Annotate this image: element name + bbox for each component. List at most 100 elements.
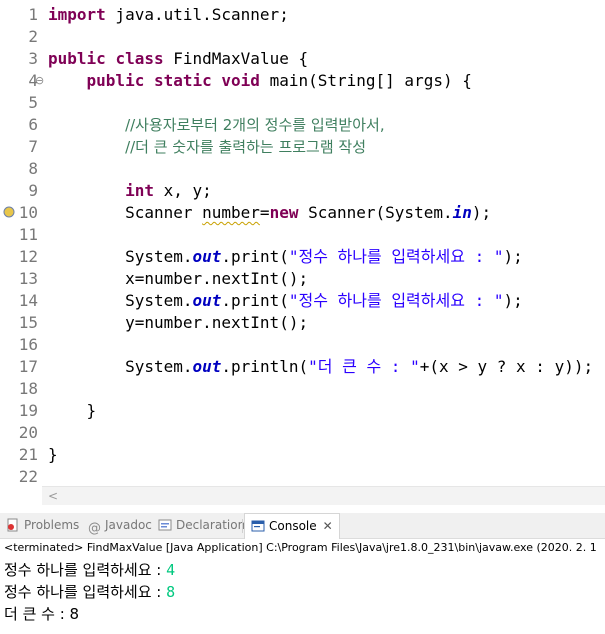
problems-icon	[7, 518, 18, 532]
code-line[interactable]: 1 import java.util.Scanner;	[0, 4, 605, 26]
horizontal-scrollbar[interactable]: <	[42, 486, 605, 505]
console-line: 정수 하나를 입력하세요 : 4	[4, 559, 175, 581]
code-text: //더 큰 숫자를 출력하는 프로그램 작성	[48, 136, 366, 158]
warning-identifier: number	[202, 203, 260, 222]
code-line[interactable]: 17 System.out.println("더 큰 수 : "+(x > y …	[0, 356, 605, 378]
code-text: public static void main(String[] args) {	[48, 70, 472, 92]
code-token: java.util.Scanner;	[105, 5, 289, 24]
code-text: y=number.nextInt();	[48, 312, 308, 334]
string-literal: "더 큰 수 : "	[308, 357, 420, 376]
code-text: //사용자로부터 2개의 정수를 입력받아서,	[48, 114, 385, 136]
scroll-left-arrow-icon[interactable]: <	[48, 489, 58, 503]
code-line[interactable]: 2	[0, 26, 605, 48]
tab-label: Console	[269, 519, 317, 533]
code-line[interactable]: 7 //더 큰 숫자를 출력하는 프로그램 작성	[0, 136, 605, 158]
code-token: +(x > y ? x : y));	[419, 357, 594, 376]
code-line[interactable]: 9 int x, y;	[0, 180, 605, 202]
warning-marker-icon[interactable]	[3, 206, 15, 218]
keyword: class	[115, 49, 164, 68]
keyword: public	[48, 49, 106, 68]
code-token: Scanner(System.	[298, 203, 453, 222]
line-number: 1	[28, 5, 38, 24]
tab-label: Declaration	[176, 518, 246, 532]
line-number: 16	[18, 335, 38, 354]
code-line[interactable]: 18	[0, 378, 605, 400]
code-token: .print(	[221, 247, 289, 266]
code-token: );	[503, 247, 523, 266]
code-text: public class FindMaxValue {	[48, 48, 308, 70]
code-line[interactable]: 15 y=number.nextInt();	[0, 312, 605, 334]
code-line[interactable]: 11	[0, 224, 605, 246]
code-line[interactable]: 16	[0, 334, 605, 356]
line-number: 18	[18, 379, 38, 398]
line-number: 13	[18, 269, 38, 288]
line-number: 3	[28, 49, 38, 68]
line-number: 17	[18, 357, 38, 376]
code-token: FindMaxValue {	[163, 49, 309, 68]
static-field: out	[192, 247, 222, 266]
line-number: 4	[28, 71, 38, 90]
console-output[interactable]: 정수 하나를 입력하세요 : 4 정수 하나를 입력하세요 : 8더 큰 수 : …	[0, 557, 605, 634]
line-number: 15	[18, 313, 38, 332]
line-number: 6	[28, 115, 38, 134]
console-prompt-text: 정수 하나를 입력하세요 :	[4, 583, 167, 601]
code-line[interactable]: 3 public class FindMaxValue {	[0, 48, 605, 70]
code-text: Scanner number=new Scanner(System.in);	[48, 202, 491, 224]
code-line[interactable]: 20	[0, 422, 605, 444]
code-line[interactable]: 22	[0, 466, 605, 485]
comment: //사용자로부터 2개의 정수를 입력받아서,	[125, 116, 385, 134]
line-number: 7	[28, 137, 38, 156]
code-line[interactable]: 4 ⊖ public static void main(String[] args…	[0, 70, 605, 92]
string-literal: "정수 하나를 입력하세요 : "	[288, 247, 504, 266]
close-icon[interactable]: ✕	[323, 519, 333, 533]
line-number: 5	[28, 93, 38, 112]
console-line: 정수 하나를 입력하세요 : 8	[4, 581, 175, 603]
tab-declaration[interactable]: Declaration	[158, 513, 245, 538]
console-icon	[251, 520, 265, 532]
code-token: }	[48, 445, 58, 464]
view-tab-bar: Problems @ Javadoc Declaration Console ✕	[0, 513, 605, 539]
code-token: main(String[] args) {	[259, 71, 472, 90]
code-text: x=number.nextInt();	[48, 268, 308, 290]
line-number: 19	[18, 401, 38, 420]
tab-javadoc[interactable]: @ Javadoc	[88, 513, 152, 538]
code-line[interactable]: 13 x=number.nextInt();	[0, 268, 605, 290]
keyword: new	[269, 203, 299, 222]
console-user-input: 8	[166, 583, 176, 601]
code-line[interactable]: 19 }	[0, 400, 605, 422]
line-number: 14	[18, 291, 38, 310]
tab-problems[interactable]: Problems	[6, 513, 79, 538]
code-line[interactable]: 14 System.out.print("정수 하나를 입력하세요 : ");	[0, 290, 605, 312]
code-line[interactable]: 12 System.out.print("정수 하나를 입력하세요 : ");	[0, 246, 605, 268]
static-field: in	[452, 203, 472, 222]
code-line[interactable]: 8	[0, 158, 605, 180]
tab-console[interactable]: Console ✕	[244, 513, 340, 539]
code-text: System.out.print("정수 하나를 입력하세요 : ");	[48, 246, 523, 268]
keyword: int	[125, 181, 154, 200]
code-token: y=number.nextInt();	[48, 313, 309, 332]
code-token: System.	[48, 247, 193, 266]
fold-toggle-icon[interactable]: ⊖	[35, 70, 44, 92]
code-line[interactable]: 21}	[0, 444, 605, 466]
console-line: 더 큰 수 : 8	[4, 603, 79, 625]
code-editor[interactable]: 1 import java.util.Scanner; 2 3 public class…	[0, 0, 605, 485]
keyword: import	[48, 5, 106, 24]
line-number: 9	[28, 181, 38, 200]
string-literal: "정수 하나를 입력하세요 : "	[288, 291, 504, 310]
code-token: .println(	[221, 357, 309, 376]
code-line[interactable]: 6 //사용자로부터 2개의 정수를 입력받아서,	[0, 114, 605, 136]
code-token: System.	[48, 357, 193, 376]
code-line[interactable]: 5	[0, 92, 605, 114]
comment: //더 큰 숫자를 출력하는 프로그램 작성	[125, 138, 367, 156]
static-field: out	[192, 291, 222, 310]
code-token: );	[503, 291, 523, 310]
line-number: 8	[28, 159, 38, 178]
code-line[interactable]: 10 Scanner number=new Scanner(System.in)…	[0, 202, 605, 224]
